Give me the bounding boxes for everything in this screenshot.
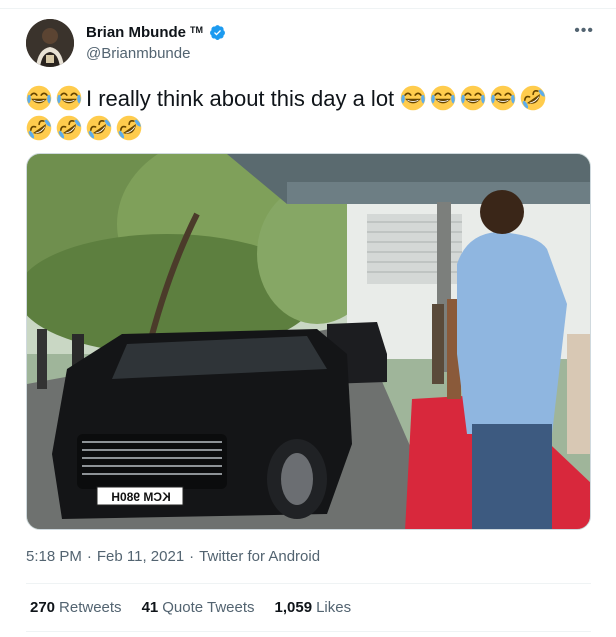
tweet-text-body: I really think about this day a lot: [86, 86, 395, 111]
avatar[interactable]: [26, 19, 74, 67]
tweet-time[interactable]: 5:18 PM: [26, 548, 82, 565]
likes-count: 1,059: [274, 599, 313, 616]
engagement-stats: 270 Retweets 41 Quote Tweets 1,059 Likes: [30, 599, 351, 616]
trademark-mark: TM: [190, 24, 203, 35]
rolling-laughing-emoji-icon: [56, 115, 82, 141]
rolling-laughing-emoji-icon: [86, 115, 112, 141]
meta-separator: ·: [189, 548, 195, 565]
tears-of-joy-emoji-icon: [56, 85, 82, 111]
quote-tweets-label: Quote Tweets: [162, 599, 255, 616]
tears-of-joy-emoji-icon: [491, 85, 516, 111]
name-row[interactable]: Brian Mbunde TM: [86, 24, 226, 41]
more-options-icon[interactable]: •••: [574, 22, 594, 40]
tweet-photo[interactable]: KCM 980H: [26, 153, 591, 530]
quote-tweets-stat[interactable]: 41 Quote Tweets: [142, 599, 255, 616]
tears-of-joy-emoji-icon: [461, 85, 486, 111]
quote-tweets-count: 41: [141, 599, 159, 616]
rolling-laughing-emoji-icon: [116, 115, 142, 141]
display-name[interactable]: Brian Mbunde: [86, 24, 186, 41]
tweet-metadata: 5:18 PM · Feb 11, 2021 · Twitter for And…: [26, 548, 320, 565]
tweet-date[interactable]: Feb 11, 2021: [97, 548, 184, 565]
retweets-count: 270: [30, 599, 56, 616]
divider: [26, 583, 591, 584]
rolling-laughing-emoji-icon: [521, 85, 546, 111]
rolling-laughing-emoji-icon: [26, 115, 52, 141]
user-handle[interactable]: @Brianmbunde: [86, 45, 190, 62]
likes-stat[interactable]: 1,059 Likes: [275, 599, 352, 616]
likes-label: Likes: [316, 599, 352, 616]
top-divider: [0, 8, 616, 9]
retweets-stat[interactable]: 270 Retweets: [30, 599, 122, 616]
retweets-label: Retweets: [59, 599, 122, 616]
tears-of-joy-emoji-icon: [401, 85, 426, 111]
verified-badge-icon: [210, 25, 225, 40]
tears-of-joy-emoji-icon: [431, 85, 456, 111]
tweet-source[interactable]: Twitter for Android: [199, 548, 320, 565]
divider: [26, 631, 591, 632]
license-plate-text: KCM 980H: [111, 490, 171, 504]
meta-separator: ·: [86, 548, 92, 565]
tweet-text: I really think about this day a lot: [26, 84, 586, 144]
tears-of-joy-emoji-icon: [26, 85, 52, 111]
tweet-card: Brian Mbunde TM @Brianmbunde ••• I reall…: [0, 0, 616, 637]
